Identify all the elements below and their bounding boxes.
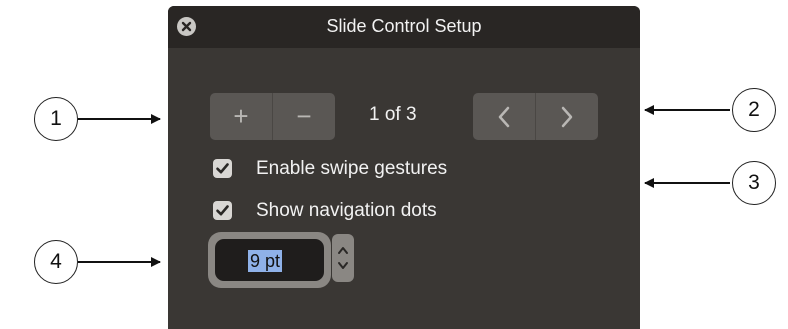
callout-1: 1 <box>34 97 78 141</box>
callout-4: 4 <box>34 240 78 284</box>
callout-3: 3 <box>732 161 776 205</box>
callout-arrows <box>78 105 730 267</box>
callout-2: 2 <box>732 88 776 132</box>
